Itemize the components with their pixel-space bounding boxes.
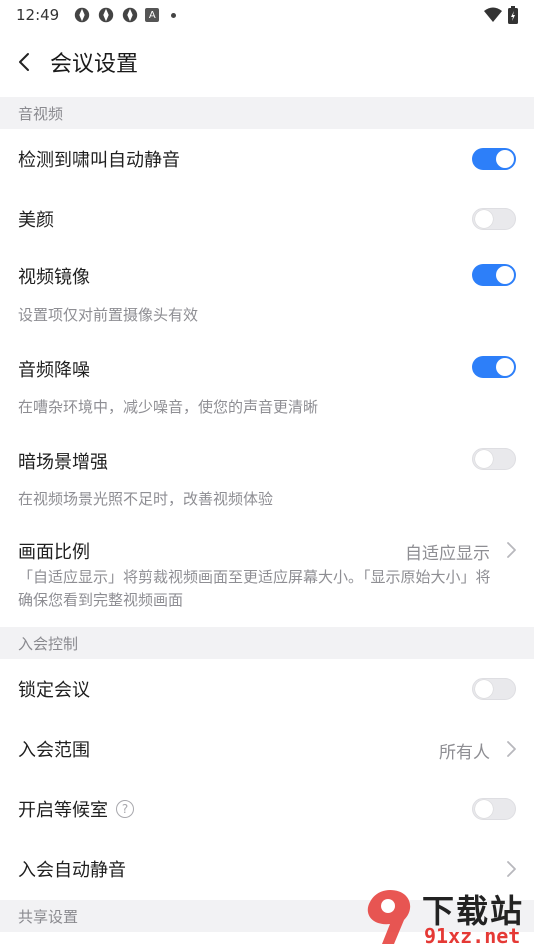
- app-notification-icon: [123, 7, 138, 23]
- howl-mute-toggle[interactable]: [472, 148, 516, 170]
- row-label: 入会自动静音: [18, 860, 126, 881]
- app-notification-icon: [99, 7, 114, 23]
- scope-value: 所有人: [439, 743, 490, 763]
- section-header-join: 入会控制: [0, 627, 534, 659]
- row-description: 在嘈杂环境中，减少噪音，使您的声音更清晰: [18, 398, 319, 416]
- keyboard-badge-icon: A: [145, 8, 160, 22]
- chevron-right-icon: [507, 861, 516, 877]
- app-notification-icon: [75, 7, 90, 23]
- row-description: 确保您看到完整视频画面: [18, 591, 184, 609]
- setting-row-waiting-room: 开启等候室 ?: [0, 779, 534, 839]
- noise-toggle[interactable]: [472, 356, 516, 378]
- nav-bar: 会议设置: [0, 36, 534, 88]
- back-button[interactable]: [0, 36, 48, 88]
- help-icon[interactable]: ?: [116, 800, 134, 818]
- row-label: 开启等候室: [18, 800, 108, 821]
- setting-row-scope[interactable]: 入会范围 所有人: [0, 719, 534, 779]
- site-watermark: 下载站 91xz.net: [360, 886, 530, 950]
- status-bar: 12:49 A: [0, 0, 534, 30]
- row-label: 入会范围: [18, 740, 90, 761]
- row-description: 设置项仅对前置摄像头有效: [18, 306, 199, 324]
- watermark-url: 91xz.net: [424, 924, 521, 948]
- setting-row-lock: 锁定会议: [0, 659, 534, 719]
- setting-row-noise: 音频降噪 在嘈杂环境中，减少噪音，使您的声音更清晰: [0, 341, 534, 433]
- dot-icon: [171, 12, 177, 18]
- setting-row-ratio[interactable]: 画面比例 自适应显示 「自适应显示」将剪裁视频画面至更适应屏幕大小。「显示原始大…: [0, 525, 534, 626]
- setting-row-beauty: 美颜: [0, 189, 534, 249]
- mirror-toggle[interactable]: [472, 264, 516, 286]
- setting-row-low-light: 暗场景增强 在视频场景光照不足时，改善视频体验: [0, 433, 534, 525]
- section-header-av: 音视频: [0, 97, 534, 129]
- row-label: 画面比例: [18, 542, 90, 563]
- watermark-logo-icon: [367, 890, 411, 944]
- row-label: 暗场景增强: [18, 452, 108, 473]
- chevron-right-icon: [507, 542, 516, 558]
- row-description: 在视频场景光照不足时，改善视频体验: [18, 490, 274, 508]
- setting-row-mirror: 视频镜像 设置项仅对前置摄像头有效: [0, 249, 534, 341]
- lock-meeting-toggle[interactable]: [472, 678, 516, 700]
- row-label: 美颜: [18, 210, 54, 231]
- setting-row-howl-mute: 检测到啸叫自动静音: [0, 129, 534, 189]
- page-title: 会议设置: [50, 52, 139, 77]
- battery-icon: [508, 6, 518, 24]
- row-label: 音频降噪: [18, 360, 90, 381]
- chevron-left-icon: [19, 53, 29, 71]
- row-label: 视频镜像: [18, 267, 90, 288]
- ratio-value: 自适应显示: [405, 544, 490, 564]
- beauty-toggle[interactable]: [472, 208, 516, 230]
- low-light-toggle[interactable]: [472, 448, 516, 470]
- waiting-room-toggle[interactable]: [472, 798, 516, 820]
- chevron-right-icon: [507, 741, 516, 757]
- wifi-icon: [484, 7, 502, 22]
- status-time: 12:49: [16, 6, 60, 24]
- row-label: 锁定会议: [18, 680, 90, 701]
- row-label: 检测到啸叫自动静音: [18, 150, 180, 171]
- row-description: 「自适应显示」将剪裁视频画面至更适应屏幕大小。「显示原始大小」将: [18, 568, 491, 586]
